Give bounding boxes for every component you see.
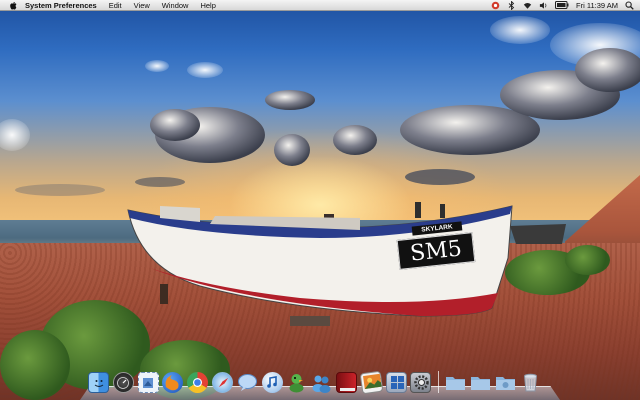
red-book-icon[interactable] (335, 372, 357, 393)
dock-separator (438, 371, 440, 393)
menu-window[interactable]: Window (162, 0, 189, 11)
menu-help[interactable]: Help (200, 0, 215, 11)
menu-edit[interactable]: Edit (109, 0, 122, 11)
menu-app-name[interactable]: System Preferences (25, 0, 97, 11)
gear-icon[interactable] (410, 372, 432, 393)
spotlight-icon[interactable] (625, 0, 634, 10)
wifi-icon[interactable] (523, 1, 532, 10)
boat (127, 202, 513, 326)
menu-bar: System Preferences Edit View Window Help… (0, 0, 640, 11)
volume-icon[interactable] (539, 1, 548, 10)
clouds (0, 16, 640, 196)
menu-view[interactable]: View (134, 0, 150, 11)
dashboard-icon[interactable] (112, 372, 134, 393)
documents-folder-icon[interactable] (470, 372, 491, 393)
people-icon[interactable] (311, 372, 332, 393)
safari-icon[interactable] (211, 372, 233, 393)
boat-number: SM5 (409, 236, 464, 267)
second-boat (510, 224, 566, 244)
shrub (565, 245, 610, 275)
mail-stamp-icon[interactable] (137, 372, 159, 393)
itunes-icon[interactable] (261, 372, 283, 393)
menu-clock[interactable]: Fri 11:39 AM (576, 0, 618, 11)
menu-bar-left: System Preferences Edit View Window Help (0, 0, 228, 11)
bluetooth-icon[interactable] (507, 0, 516, 10)
shrub (0, 330, 70, 400)
downloads-folder-icon[interactable] (495, 372, 516, 393)
chrome-icon[interactable] (187, 372, 209, 393)
duck-icon[interactable] (286, 372, 307, 393)
apple-icon[interactable] (9, 1, 17, 10)
finder-icon[interactable] (88, 372, 109, 393)
dock (80, 365, 560, 400)
menu-bar-right: Fri 11:39 AM (491, 0, 640, 11)
battery-icon[interactable] (555, 1, 569, 10)
dock-items (88, 367, 544, 395)
firefox-icon[interactable] (162, 372, 184, 393)
windows-icon[interactable] (385, 372, 407, 393)
photos-icon[interactable] (359, 370, 384, 395)
chat-bubble-icon[interactable] (237, 372, 258, 393)
trash-icon[interactable] (520, 372, 541, 393)
desktop-wallpaper[interactable]: SKYLARK SM5 (0, 0, 640, 400)
applications-folder-icon[interactable] (445, 372, 466, 393)
record-icon[interactable] (491, 1, 500, 10)
